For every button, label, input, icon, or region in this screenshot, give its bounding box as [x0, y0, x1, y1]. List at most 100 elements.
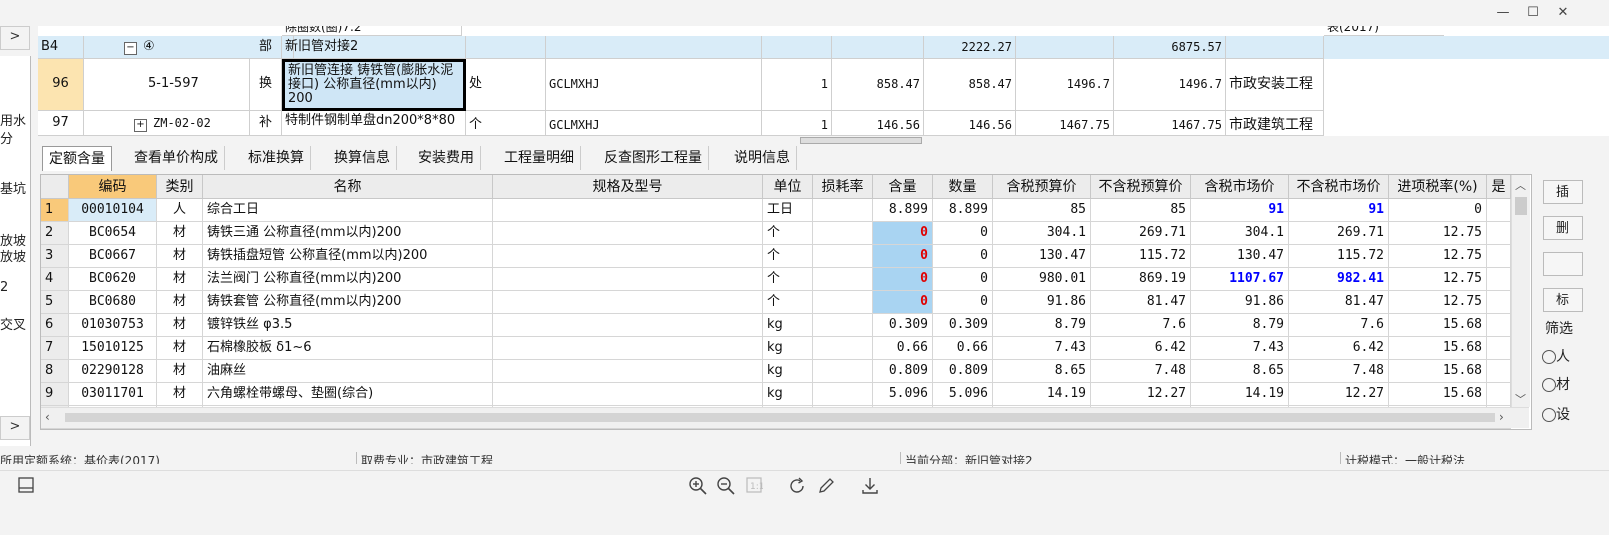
minimize-button[interactable]: —	[1488, 4, 1518, 22]
grid-cell-content[interactable]: 0	[873, 222, 933, 245]
grid-cell-content[interactable]: 0.66	[873, 337, 933, 360]
grid-cell-qty[interactable]: 0	[933, 291, 993, 314]
header-spec[interactable]: 规格及型号	[493, 175, 763, 199]
grid-cell-qty[interactable]: 0.309	[933, 314, 993, 337]
grid-cell-p4[interactable]: 269.71	[1289, 222, 1389, 245]
grid-cell-p4[interactable]: 6.42	[1289, 337, 1389, 360]
tab-standard-conversion[interactable]: 标准换算	[242, 146, 311, 170]
download-icon[interactable]	[858, 476, 882, 500]
grid-cell-content[interactable]: 8.899	[873, 199, 933, 222]
insert-button[interactable]: 插	[1543, 180, 1583, 204]
header-qty[interactable]: 数量	[933, 175, 993, 199]
header-tax-market[interactable]: 含税市场价	[1191, 175, 1289, 199]
tab-install-fee[interactable]: 安装费用	[412, 146, 481, 170]
grid-cell-tax[interactable]: 12.75	[1389, 245, 1487, 268]
grid-cell-code[interactable]: 02290128	[69, 360, 157, 383]
grid-cell-spec[interactable]	[493, 245, 763, 268]
header-content[interactable]: 含量	[873, 175, 933, 199]
grid-cell-flag[interactable]	[1487, 222, 1511, 245]
grid-cell-p1[interactable]: 304.1	[993, 222, 1091, 245]
grid-cell-p4[interactable]: 982.41	[1289, 268, 1389, 291]
h-scroll-thumb[interactable]	[65, 413, 1495, 422]
grid-cell-content[interactable]: 0	[873, 245, 933, 268]
tab-quota-content[interactable]: 定额含量	[42, 146, 112, 171]
grid-cell-code[interactable]: BC0680	[69, 291, 157, 314]
grid-cell-name[interactable]: 铸铁三通 公称直径(mm以内)200	[203, 222, 493, 245]
grid-cell-unit[interactable]: 个	[763, 268, 813, 291]
grid-cell-p2[interactable]: 7.6	[1091, 314, 1191, 337]
grid-cell-spec[interactable]	[493, 314, 763, 337]
grid-cell-flag[interactable]	[1487, 360, 1511, 383]
grid-cell-type[interactable]: 材	[157, 360, 203, 383]
grid-cell-p2[interactable]: 115.72	[1091, 245, 1191, 268]
header-flag[interactable]: 是	[1487, 175, 1511, 199]
grid-cell-tax[interactable]: 12.75	[1389, 222, 1487, 245]
edit-icon[interactable]	[814, 476, 838, 500]
grid-cell-unit[interactable]: kg	[763, 314, 813, 337]
grid-cell-p1[interactable]: 14.19	[993, 383, 1091, 406]
grid-cell-flag[interactable]	[1487, 291, 1511, 314]
grid-cell-p3[interactable]: 130.47	[1191, 245, 1289, 268]
grid-cell-p4[interactable]: 115.72	[1289, 245, 1389, 268]
horizontal-scrollbar[interactable]: ‹ ›	[41, 407, 1529, 428]
header-type[interactable]: 类别	[157, 175, 203, 199]
grid-cell-content[interactable]: 0	[873, 268, 933, 291]
grid-cell-p2[interactable]: 6.42	[1091, 337, 1191, 360]
scroll-left-icon[interactable]: ‹	[45, 410, 50, 424]
grid-cell-p3[interactable]: 304.1	[1191, 222, 1289, 245]
scroll-thumb[interactable]	[1515, 197, 1527, 215]
tab-description[interactable]: 说明信息	[728, 146, 797, 170]
grid-cell-p1[interactable]: 85	[993, 199, 1091, 222]
grid-cell-code[interactable]: 00010104	[69, 199, 157, 222]
grid-cell-unit[interactable]: 工日	[763, 199, 813, 222]
close-button[interactable]: ✕	[1548, 4, 1578, 22]
grid-cell-p1[interactable]: 8.79	[993, 314, 1091, 337]
grid-cell-type[interactable]: 材	[157, 383, 203, 406]
grid-cell-tax[interactable]: 15.68	[1389, 383, 1487, 406]
fit-icon[interactable]: 1:1	[742, 476, 766, 500]
grid-cell-unit[interactable]: 个	[763, 222, 813, 245]
grid-cell-unit[interactable]: 个	[763, 245, 813, 268]
header-unit[interactable]: 单位	[763, 175, 813, 199]
grid-cell-code[interactable]: 15010125	[69, 337, 157, 360]
grid-cell-name[interactable]: 六角螺栓带螺母、垫圈(综合)	[203, 383, 493, 406]
scroll-left-arrow[interactable]: >	[0, 416, 30, 440]
grid-cell-tax[interactable]: 12.75	[1389, 268, 1487, 291]
grid-cell-content[interactable]: 0.309	[873, 314, 933, 337]
grid-cell-p2[interactable]: 12.27	[1091, 383, 1191, 406]
grid-cell-spec[interactable]	[493, 360, 763, 383]
grid-cell-type[interactable]: 材	[157, 245, 203, 268]
grid-cell-code[interactable]: 03011701	[69, 383, 157, 406]
grid-cell-unit[interactable]: kg	[763, 360, 813, 383]
grid-cell-name[interactable]: 石棉橡胶板 δ1~6	[203, 337, 493, 360]
grid-cell-p2[interactable]: 7.48	[1091, 360, 1191, 383]
grid-cell-code[interactable]: BC0667	[69, 245, 157, 268]
scroll-down-icon[interactable]: ﹀	[1515, 391, 1526, 407]
delete-button[interactable]: 删	[1543, 216, 1583, 240]
header-notax-market[interactable]: 不含税市场价	[1289, 175, 1389, 199]
header-tax-budget[interactable]: 含税预算价	[993, 175, 1091, 199]
grid-cell-loss[interactable]	[813, 314, 873, 337]
rotate-icon[interactable]	[786, 476, 810, 500]
grid-cell-name[interactable]: 油麻丝	[203, 360, 493, 383]
grid-cell-loss[interactable]	[813, 383, 873, 406]
grid-cell-p3[interactable]: 1107.67	[1191, 268, 1289, 291]
grid-cell-loss[interactable]	[813, 360, 873, 383]
grid-cell-name[interactable]: 综合工日	[203, 199, 493, 222]
name-cell-selected[interactable]: 新旧管连接 铸铁管(膨胀水泥接口) 公称直径(mm以内) 200	[282, 59, 466, 111]
tab-conversion-info[interactable]: 换算信息	[328, 146, 397, 170]
header-notax-budget[interactable]: 不含税预算价	[1091, 175, 1191, 199]
grid-cell-p2[interactable]: 81.47	[1091, 291, 1191, 314]
grid-cell-p1[interactable]: 8.65	[993, 360, 1091, 383]
grid-cell-flag[interactable]	[1487, 268, 1511, 291]
grid-cell-spec[interactable]	[493, 199, 763, 222]
grid-cell-type[interactable]: 人	[157, 199, 203, 222]
grid-cell-qty[interactable]: 0	[933, 268, 993, 291]
grid-cell-type[interactable]: 材	[157, 314, 203, 337]
grid-cell-p4[interactable]: 7.48	[1289, 360, 1389, 383]
grid-cell-p4[interactable]: 12.27	[1289, 383, 1389, 406]
grid-cell-p3[interactable]: 91	[1191, 199, 1289, 222]
grid-cell-loss[interactable]	[813, 222, 873, 245]
grid-cell-unit[interactable]: kg	[763, 383, 813, 406]
grid-cell-p2[interactable]: 269.71	[1091, 222, 1191, 245]
